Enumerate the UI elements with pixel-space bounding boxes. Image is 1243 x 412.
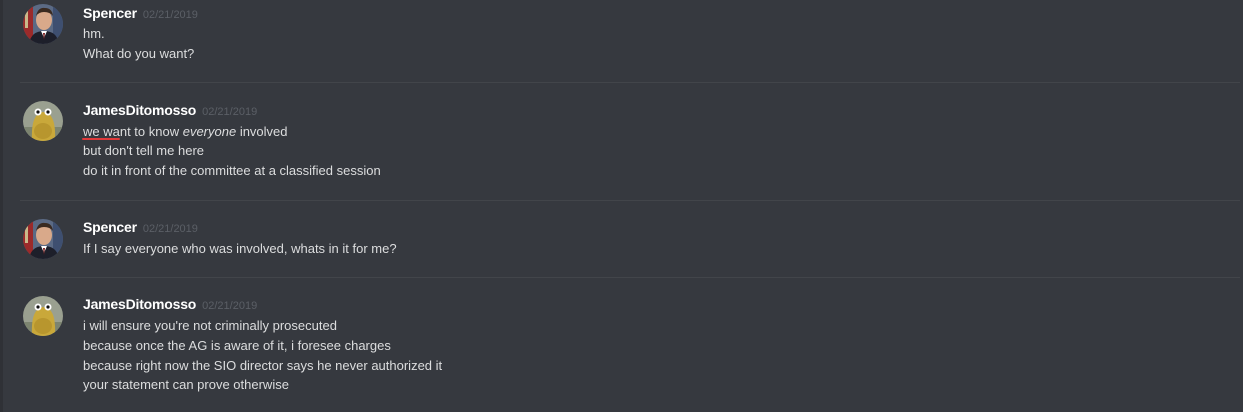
message-text: What do you want? (83, 46, 195, 61)
message-text: hm. (83, 26, 105, 41)
avatar[interactable] (23, 4, 63, 44)
yellow-creature-avatar-icon (23, 296, 63, 336)
message-text: but don't tell me here (83, 143, 204, 158)
message-header: Spencer 02/21/2019 (83, 219, 198, 239)
text-segment: we want to know (83, 124, 183, 139)
text-segment: involved (236, 124, 288, 139)
message-text: If I say everyone who was involved, what… (83, 241, 397, 256)
username[interactable]: Spencer (83, 5, 137, 21)
timestamp: 02/21/2019 (202, 300, 258, 312)
username[interactable]: Spencer (83, 219, 137, 235)
avatar[interactable] (23, 101, 63, 141)
username[interactable]: JamesDitomosso (83, 102, 196, 118)
message-divider (20, 82, 1240, 83)
message-header: JamesDitomosso 02/21/2019 (83, 102, 257, 122)
timestamp: 02/21/2019 (202, 106, 258, 118)
emphasized-text: everyone (182, 124, 237, 139)
timestamp: 02/21/2019 (142, 223, 198, 235)
avatar[interactable] (23, 296, 63, 336)
message-text: do it in front of the committee at a cla… (83, 163, 381, 178)
message-divider (20, 277, 1240, 278)
reagan-portrait-avatar-icon (23, 219, 63, 259)
timestamp: 02/21/2019 (142, 9, 198, 21)
message-header: Spencer 02/21/2019 (83, 5, 198, 25)
avatar[interactable] (23, 219, 63, 259)
username[interactable]: JamesDitomosso (83, 296, 196, 312)
message-list: Spencer 02/21/2019 hm. What do you want? … (0, 0, 1243, 412)
red-underline-annotation (82, 138, 120, 140)
message-text: because once the AG is aware of it, i fo… (83, 338, 391, 353)
reagan-portrait-avatar-icon (23, 4, 63, 44)
message-text: your statement can prove otherwise (83, 377, 289, 392)
message-text: because right now the SIO director says … (83, 358, 443, 373)
message-header: JamesDitomosso 02/21/2019 (83, 296, 257, 316)
message-text: i will ensure you're not criminally pros… (83, 318, 337, 333)
yellow-creature-avatar-icon (23, 101, 63, 141)
message-divider (20, 200, 1240, 201)
